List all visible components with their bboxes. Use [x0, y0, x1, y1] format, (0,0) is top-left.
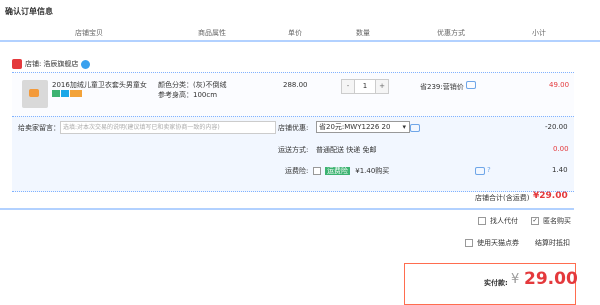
page-title: 确认订单信息 [5, 7, 53, 16]
divider [0, 208, 574, 210]
discount-text: 省239:营销价 [420, 83, 464, 91]
anonymous-label: 匿名购买 [543, 217, 571, 225]
seven-day-icon [52, 90, 60, 97]
tmall-points-label: 使用天猫点券 [477, 239, 519, 247]
points-deduct-text: 结算时抵扣 [535, 239, 570, 247]
proxy-pay-label: 找人代付 [490, 217, 518, 225]
help-icon[interactable]: ? [487, 166, 491, 174]
shop-promo-select[interactable]: 省20元:MWY1226 20 ▾ [316, 121, 410, 133]
header-attributes: 商品属性 [198, 29, 226, 37]
item-badges [52, 90, 83, 99]
shop-name[interactable]: 浩辰旗舰店 [43, 59, 78, 69]
attr-color: 颜色分类：(灰)不倒绒 [158, 81, 227, 89]
anonymous-checkbox[interactable] [531, 217, 539, 225]
header-discount: 优惠方式 [437, 29, 465, 37]
chevron-down-icon: ▾ [402, 123, 406, 131]
tmall-points-option: 使用天猫点券 [465, 238, 519, 248]
shipping-amount: 0.00 [553, 145, 569, 153]
header-subtotal: 小计 [532, 29, 546, 37]
item-row [12, 72, 574, 117]
message-label: 给卖家留言： [18, 124, 60, 132]
header-price: 单价 [288, 29, 302, 37]
service-icon [61, 90, 69, 97]
table-header: 店铺宝贝 商品属性 单价 数量 优惠方式 小计 [0, 25, 600, 42]
qty-minus-button[interactable]: - [342, 80, 354, 93]
proxy-pay-checkbox[interactable] [478, 217, 486, 225]
shop-promo-amount: -20.00 [545, 123, 568, 131]
payment-amount: 29.00 [524, 269, 578, 289]
insurance-tag: 运费险 [325, 167, 350, 175]
shop-icon [12, 59, 22, 69]
shop-total-label: 店铺合计(含运费) [475, 194, 530, 202]
shipping-label: 运送方式: [278, 146, 309, 154]
item-title[interactable]: 2016加绒儿童卫衣套头男童女... [52, 80, 147, 90]
payment-icon [70, 90, 82, 97]
insurance-checkbox[interactable] [313, 167, 321, 175]
insurance-option: 运费险 ¥1.40购买 [313, 166, 389, 176]
insurance-desc: ¥1.40购买 [355, 167, 390, 175]
shipping-value: 普通配送 快递 免邮 [316, 146, 377, 154]
insurance-comment-icon[interactable] [475, 167, 485, 175]
item-subtotal: 49.00 [549, 81, 570, 89]
shop-promo-value: 省20元:MWY1226 20 [319, 123, 391, 131]
insurance-amount: 1.40 [552, 166, 568, 174]
item-thumbnail[interactable] [22, 80, 48, 108]
shop-promo-label: 店铺优惠: [278, 124, 309, 132]
attr-height: 参考身高：100cm [158, 91, 218, 99]
chat-icon[interactable] [81, 59, 91, 69]
qty-plus-button[interactable]: + [376, 80, 388, 93]
shop-total-amount: ¥29.00 [533, 191, 568, 201]
comment-icon[interactable] [465, 81, 476, 89]
qty-input[interactable]: 1 [354, 80, 376, 93]
header-shop-item: 店铺宝贝 [75, 29, 103, 37]
shop-label: 店铺: [25, 60, 42, 68]
anonymous-option: 匿名购买 [531, 216, 571, 226]
insurance-label: 运费险: [285, 167, 309, 175]
quantity-stepper: - 1 + [341, 79, 389, 94]
shop-row: 店铺: 浩辰旗舰店 [12, 58, 91, 70]
header-quantity: 数量 [356, 29, 370, 37]
promo-comment-icon[interactable] [410, 124, 420, 132]
item-price: 288.00 [283, 81, 308, 89]
message-input[interactable]: 选填:对本次交易的说明(建议填写已和卖家协商一致的内容) [60, 121, 276, 134]
currency-symbol: ¥ [511, 272, 520, 287]
tmall-points-checkbox[interactable] [465, 239, 473, 247]
item-discount: 省239:营销价 [420, 81, 476, 92]
proxy-pay-option: 找人代付 [478, 216, 518, 226]
payment-label: 实付款: [484, 279, 508, 287]
